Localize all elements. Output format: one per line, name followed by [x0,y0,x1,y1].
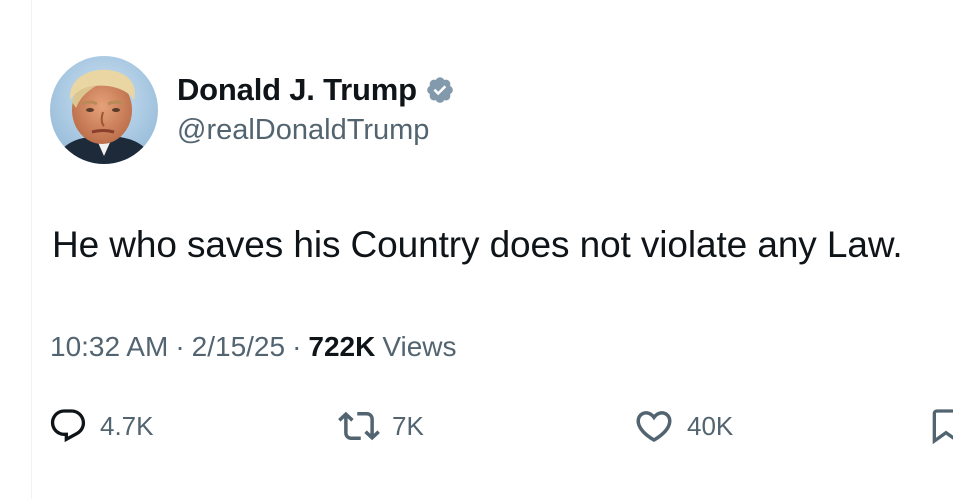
reply-button[interactable]: 4.7K [48,398,154,454]
tweet-text: He who saves his Country does not violat… [52,224,903,265]
verified-badge-icon[interactable] [425,75,455,105]
heart-icon [633,405,675,447]
avatar-image [50,56,158,164]
retweet-icon [338,405,380,447]
author-display-name[interactable]: Donald J. Trump [177,72,417,108]
avatar[interactable] [50,56,158,164]
like-count: 40K [687,410,734,441]
author-name-row: Donald J. Trump [177,70,455,110]
meta-separator: · [175,331,185,362]
reply-count: 4.7K [100,410,154,441]
tweet-date[interactable]: 2/15/25 [192,331,285,363]
reply-icon [48,406,88,446]
retweet-button[interactable]: 7K [338,398,424,454]
tweet-card: Donald J. Trump @realDonaldTrump He who … [0,0,953,499]
tweet-actions: 4.7K 7K 40K [0,398,953,454]
views-label: Views [382,331,457,362]
like-button[interactable]: 40K [633,398,733,454]
bookmark-button[interactable] [926,398,953,454]
tweet-time[interactable]: 10:32 AM [50,331,168,363]
bookmark-icon [926,406,953,446]
author-handle[interactable]: @realDonaldTrump [177,114,455,147]
tweet-meta: 10:32 AM · 2/15/25 · 722K Views [50,331,457,363]
views-count: 722K [308,331,376,362]
tweet-author: Donald J. Trump @realDonaldTrump [177,70,455,147]
retweet-count: 7K [392,410,424,441]
meta-separator: · [292,331,302,362]
